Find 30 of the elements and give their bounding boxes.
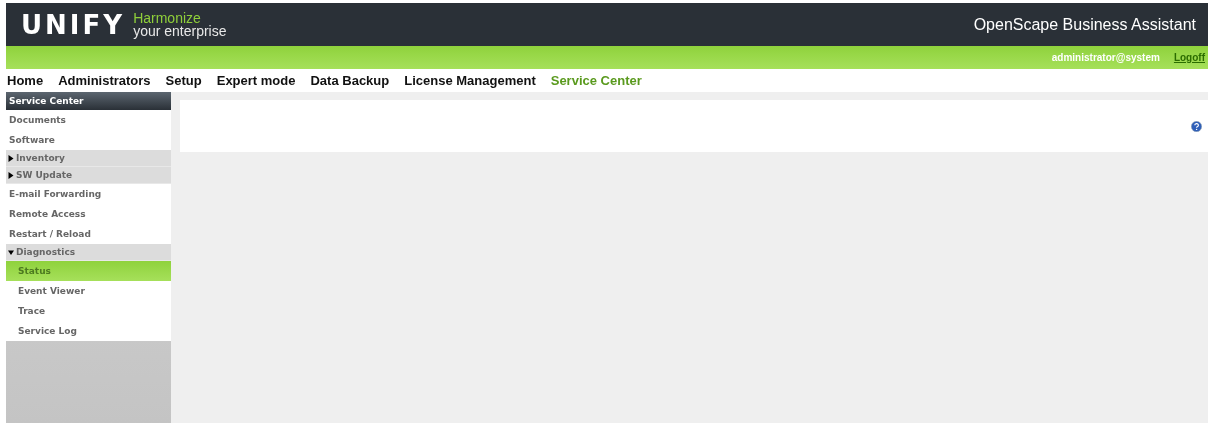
- logoff-link[interactable]: Logoff: [1173, 52, 1205, 63]
- sidebar-item[interactable]: Service Log: [6, 321, 171, 341]
- help-icon[interactable]: [1191, 120, 1202, 132]
- app-title: OpenScape Business Assistant: [973, 15, 1196, 34]
- sidebar-item[interactable]: E-mail Forwarding: [6, 184, 171, 204]
- sidebar-item[interactable]: Status: [6, 261, 171, 281]
- user-name: administrator@system: [1051, 52, 1160, 63]
- nav-tab[interactable]: Service Center: [550, 73, 642, 88]
- sidebar-item[interactable]: Trace: [6, 301, 171, 321]
- sidebar-item[interactable]: Software: [6, 130, 171, 150]
- tagline: your enterprise: [133, 24, 227, 38]
- sidebar-item[interactable]: Remote Access: [6, 204, 171, 224]
- sidebar-item[interactable]: Documents: [6, 110, 171, 130]
- logo: UNIFY: [21, 9, 126, 40]
- sidebar-group[interactable]: SW Update: [6, 167, 171, 184]
- nav-tab[interactable]: Setup: [165, 73, 202, 88]
- sidebar-item[interactable]: Event Viewer: [6, 281, 171, 301]
- tagline: Harmonize: [133, 11, 201, 25]
- sidebar-group[interactable]: Inventory: [6, 150, 171, 167]
- nav-tab[interactable]: Home: [7, 73, 44, 88]
- sidebar-title: Service Center: [6, 92, 171, 110]
- nav-tab[interactable]: License Management: [404, 73, 536, 88]
- caret-right-icon: [8, 171, 14, 179]
- caret-right-icon: [8, 154, 14, 162]
- nav-tab[interactable]: Expert mode: [216, 73, 296, 88]
- nav-tab[interactable]: Administrators: [58, 73, 151, 88]
- sidebar-group[interactable]: Diagnostics: [6, 244, 171, 261]
- sidebar-item[interactable]: Restart / Reload: [6, 224, 171, 244]
- nav-tab[interactable]: Data Backup: [310, 73, 390, 88]
- caret-down-icon: [8, 248, 14, 256]
